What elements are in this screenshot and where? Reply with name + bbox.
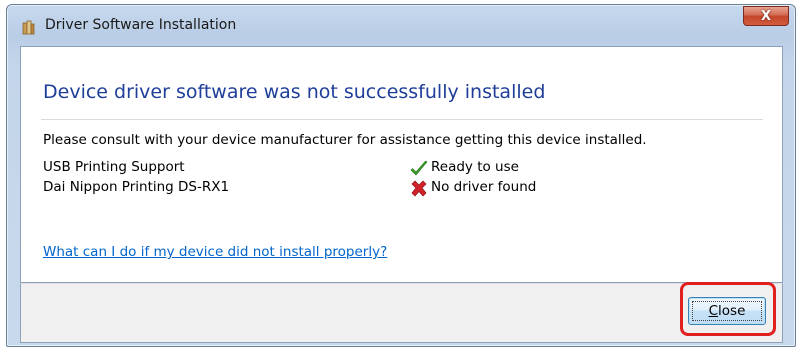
content-panel: Device driver software was not successfu…	[20, 46, 783, 283]
device-status: No driver found	[431, 179, 537, 195]
title-close-button[interactable]: X	[743, 6, 789, 26]
divider	[41, 119, 763, 120]
instruction-text: Please consult with your device manufact…	[43, 132, 647, 148]
page-title: Device driver software was not successfu…	[43, 81, 546, 103]
close-button-label: Close	[708, 303, 746, 319]
dialog-window: Driver Software Installation X Device dr…	[6, 4, 796, 347]
title-bar[interactable]: Driver Software Installation X	[7, 5, 795, 45]
red-x-icon	[409, 179, 429, 199]
green-check-icon	[409, 159, 429, 179]
close-icon: X	[760, 8, 772, 24]
window-title: Driver Software Installation	[45, 17, 237, 33]
device-name: USB Printing Support	[43, 159, 185, 175]
close-button[interactable]: Close	[688, 297, 766, 325]
device-name: Dai Nippon Printing DS-RX1	[43, 179, 230, 195]
device-row: Dai Nippon Printing DS-RX1 No driver fou…	[43, 179, 743, 199]
driver-package-icon	[21, 19, 37, 35]
help-link[interactable]: What can I do if my device did not insta…	[43, 244, 387, 260]
device-status: Ready to use	[431, 159, 519, 175]
button-bar	[20, 283, 783, 343]
device-row: USB Printing Support Ready to use	[43, 159, 743, 179]
